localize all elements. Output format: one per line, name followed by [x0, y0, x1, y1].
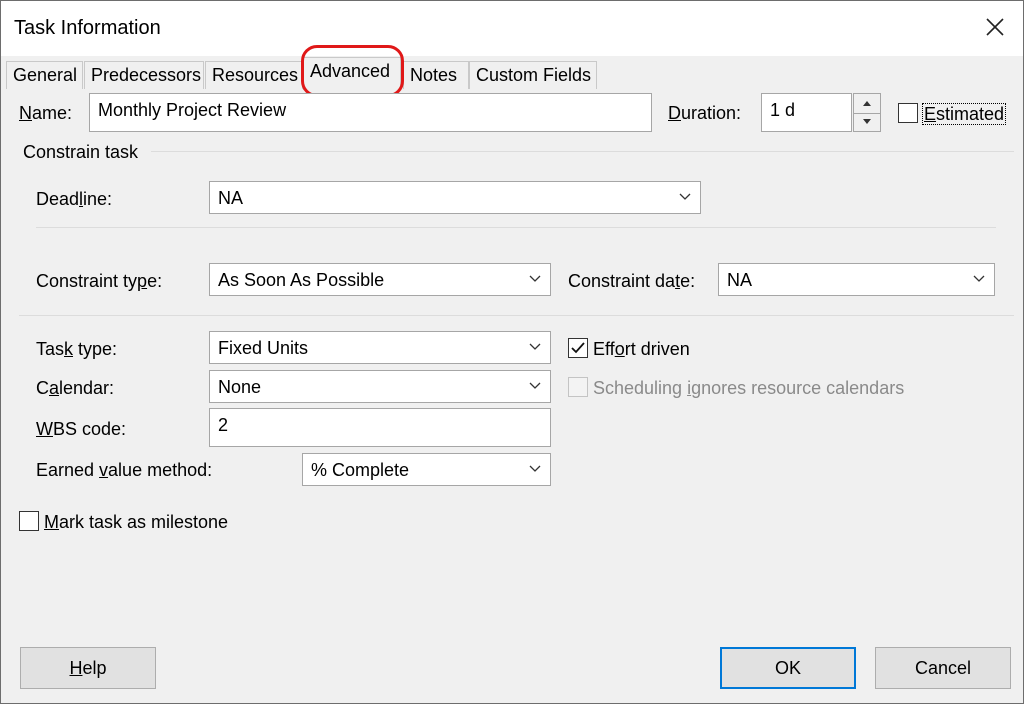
deadline-label: Deadline:: [36, 189, 113, 209]
milestone-checkbox[interactable]: [19, 511, 39, 531]
spin-down-button[interactable]: [854, 113, 880, 131]
constraint-type-dropdown[interactable]: As Soon As Possible: [209, 263, 551, 296]
constraint-date-dropdown[interactable]: NA: [718, 263, 995, 296]
tab-resources[interactable]: Resources: [205, 61, 303, 89]
wbs-code-input[interactable]: 2: [209, 408, 551, 447]
constraint-type-label: Constraint type:: [36, 271, 163, 291]
chevron-down-icon: [529, 382, 541, 389]
calendar-dropdown[interactable]: None: [209, 370, 551, 403]
close-icon: [986, 18, 1004, 36]
cancel-button[interactable]: Cancel: [875, 647, 1011, 689]
divider-2: [19, 315, 1014, 316]
dialog-title: Task Information: [14, 17, 161, 39]
chevron-down-icon: [973, 275, 985, 282]
help-button[interactable]: Help: [20, 647, 156, 689]
spin-up-button[interactable]: [854, 94, 880, 114]
name-input[interactable]: Monthly Project Review: [89, 93, 652, 132]
task-information-dialog: Task Information General Predecessors Re…: [0, 0, 1024, 704]
triangle-down-icon: [863, 119, 871, 124]
duration-input[interactable]: 1 d: [761, 93, 852, 132]
chevron-down-icon: [529, 465, 541, 472]
calendar-value: None: [218, 377, 262, 397]
calendar-label: Calendar:: [36, 378, 115, 398]
constraint-date-label: Constraint date:: [568, 271, 696, 291]
name-label: Name:: [19, 103, 73, 123]
chevron-down-icon: [529, 343, 541, 350]
tab-strip: General Predecessors Resources Advanced …: [1, 56, 1023, 90]
earned-value-label: Earned value method:: [36, 460, 213, 480]
tab-advanced[interactable]: Advanced: [303, 57, 401, 90]
tab-predecessors[interactable]: Predecessors: [84, 61, 204, 89]
effort-driven-label[interactable]: Effort driven: [593, 339, 690, 360]
estimated-label[interactable]: Estimated: [922, 103, 1007, 125]
constraint-type-value: As Soon As Possible: [218, 270, 385, 290]
constraint-date-value: NA: [727, 270, 753, 290]
divider-1: [36, 227, 996, 228]
tab-custom-fields[interactable]: Custom Fields: [469, 61, 597, 89]
duration-spinner[interactable]: [853, 93, 881, 132]
section-divider: [151, 151, 1014, 152]
close-button[interactable]: [977, 9, 1013, 45]
earned-value-dropdown[interactable]: % Complete: [302, 453, 551, 486]
chevron-down-icon: [679, 193, 691, 200]
chevron-down-icon: [529, 275, 541, 282]
deadline-dropdown[interactable]: NA: [209, 181, 701, 214]
estimated-checkbox[interactable]: [898, 103, 918, 123]
task-type-label: Task type:: [36, 339, 118, 359]
ok-button[interactable]: OK: [720, 647, 856, 689]
scheduling-ignores-checkbox[interactable]: [568, 377, 588, 397]
constrain-task-heading: Constrain task: [23, 142, 139, 162]
triangle-up-icon: [863, 101, 871, 106]
task-type-dropdown[interactable]: Fixed Units: [209, 331, 551, 364]
earned-value-value: % Complete: [311, 460, 410, 480]
effort-driven-checkbox[interactable]: [568, 338, 588, 358]
task-type-value: Fixed Units: [218, 338, 309, 358]
title-bar: Task Information: [1, 1, 1023, 56]
scheduling-ignores-label: Scheduling ignores resource calendars: [593, 378, 905, 398]
tab-general[interactable]: General: [6, 61, 83, 89]
deadline-value: NA: [218, 188, 244, 208]
checkmark-icon: [571, 342, 585, 354]
milestone-label[interactable]: Mark task as milestone: [44, 512, 228, 533]
duration-label: Duration:: [668, 103, 742, 123]
wbs-code-label: WBS code:: [36, 419, 127, 439]
tab-notes[interactable]: Notes: [403, 61, 469, 89]
